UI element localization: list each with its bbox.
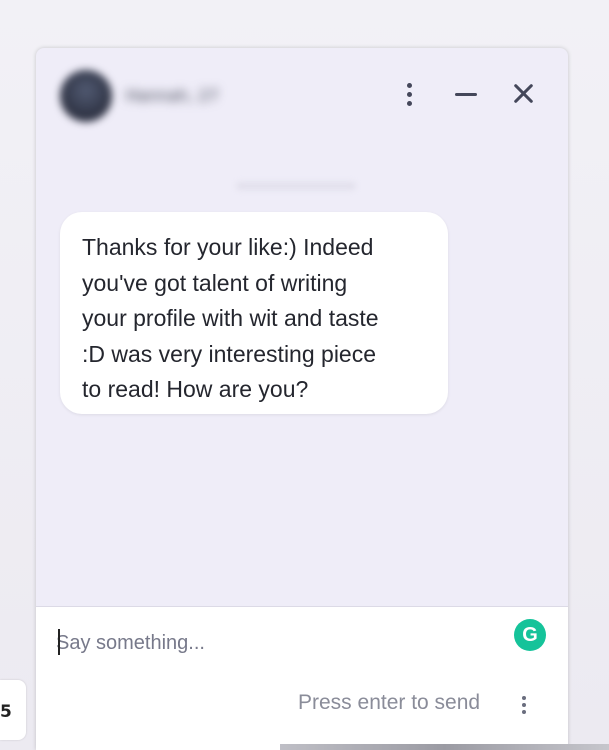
avatar[interactable] — [60, 70, 112, 122]
text-cursor — [58, 629, 60, 655]
more-vertical-icon — [406, 82, 412, 106]
message-composer: G Press enter to send — [36, 606, 568, 750]
grammarly-icon[interactable]: G — [514, 619, 546, 651]
minimize-icon — [455, 92, 477, 96]
background-card[interactable]: 5 — [0, 680, 26, 740]
incoming-message-bubble: Thanks for your like:) Indeed you've got… — [60, 212, 448, 414]
page: 5 Hannah, 27 Thanks for your like:) Inde… — [0, 0, 609, 750]
taskbar-edge — [280, 744, 609, 750]
close-icon — [512, 83, 534, 105]
more-vertical-icon — [522, 696, 526, 714]
more-options-button[interactable] — [394, 76, 424, 112]
background-card-number: 5 — [0, 702, 12, 722]
send-hint: Press enter to send — [298, 691, 481, 714]
message-text: Thanks for your like:) Indeed you've got… — [82, 234, 379, 402]
chat-header: Hannah, 27 — [36, 48, 568, 138]
chat-window: Hannah, 27 Thanks for your like:) Indeed… — [36, 48, 568, 750]
minimize-button[interactable] — [451, 76, 481, 112]
message-input[interactable] — [56, 627, 496, 659]
composer-options-button[interactable] — [514, 691, 534, 719]
message-timestamp — [236, 182, 356, 190]
close-button[interactable] — [508, 76, 538, 112]
contact-name[interactable]: Hannah, 27 — [126, 86, 219, 105]
